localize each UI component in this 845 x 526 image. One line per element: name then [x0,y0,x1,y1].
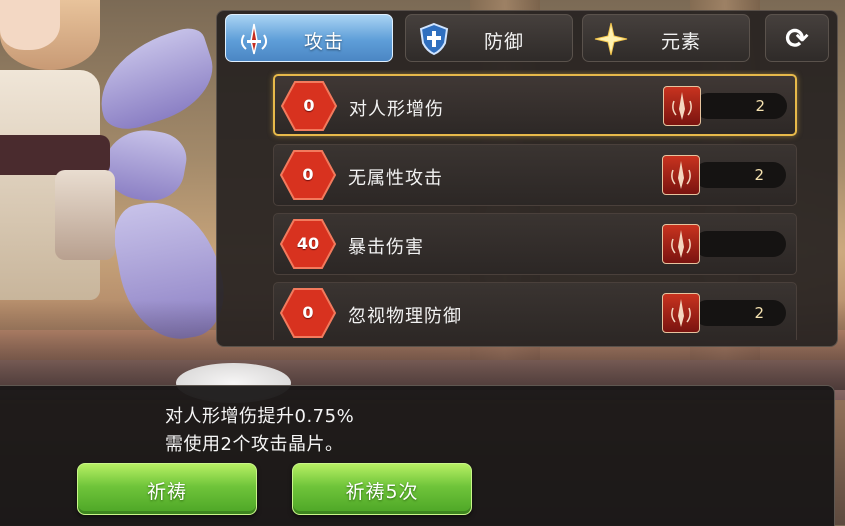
crystal-count-pill: 2 [695,93,787,119]
tab-element-label: 元素 [660,31,701,53]
crystal-count-pill: 2 [694,162,786,188]
stat-name: 暴击伤害 [348,237,424,258]
pray-button-label: 祈祷 [146,481,187,503]
stat-name: 无属性攻击 [348,168,443,189]
crystal-count: 2 [754,166,764,184]
stat-value-hexagon: 0 [281,80,337,132]
stat-row[interactable]: 0 无属性攻击 2 [273,144,797,206]
stat-value: 40 [296,234,320,253]
stat-list[interactable]: 0 对人形增伤 2 0 无属性攻击 2 40 暴击伤害 0 忽视物理防御 2 [225,70,829,340]
stat-value: 0 [302,165,314,184]
stat-value-hexagon: 40 [280,218,336,270]
crystal-count-pill: 2 [694,300,786,326]
stat-name: 忽视物理防御 [348,306,462,327]
refresh-icon: ⟳ [785,22,809,55]
character-armor [55,170,115,260]
crystal-count: 2 [754,304,764,322]
tab-defense-label: 防御 [483,31,524,53]
stat-value-hexagon: 0 [280,149,336,201]
pray-button[interactable]: 祈祷 [77,463,257,515]
tab-element[interactable]: 元素 [582,14,750,62]
cost-description: 需使用2个攻击晶片。 [165,434,344,455]
attack-crystal-icon [662,155,700,195]
refresh-button[interactable]: ⟳ [765,14,829,62]
stat-value-hexagon: 0 [280,287,336,339]
stat-row[interactable]: 0 对人形增伤 2 [273,74,797,136]
tab-defense[interactable]: 防御 [405,14,573,62]
attack-crystal-icon [663,86,701,126]
character-face [0,0,60,50]
stat-name: 对人形增伤 [349,99,444,120]
attack-crystal-icon [662,293,700,333]
stat-row[interactable]: 0 忽视物理防御 2 [273,282,797,340]
stat-row[interactable]: 40 暴击伤害 [273,213,797,275]
tab-attack-label: 攻击 [303,31,344,53]
pray-5-times-button[interactable]: 祈祷5次 [292,463,472,515]
effect-description: 对人形增伤提升0.75% [165,406,355,427]
pray-5-times-button-label: 祈祷5次 [345,481,419,503]
stat-panel: 攻击 防御 元素 ⟳ 0 对人形增伤 2 0 无属性攻击 2 40 暴击伤害 0… [216,10,838,347]
attack-crystal-icon [662,224,700,264]
stat-value: 0 [302,303,314,322]
tab-bar: 攻击 防御 元素 ⟳ [225,14,829,66]
stat-value: 0 [303,96,315,115]
character-sash [0,135,110,175]
crystal-count: 2 [755,97,765,115]
tab-attack[interactable]: 攻击 [225,14,393,62]
wing [85,23,225,137]
crystal-count-pill [694,231,786,257]
